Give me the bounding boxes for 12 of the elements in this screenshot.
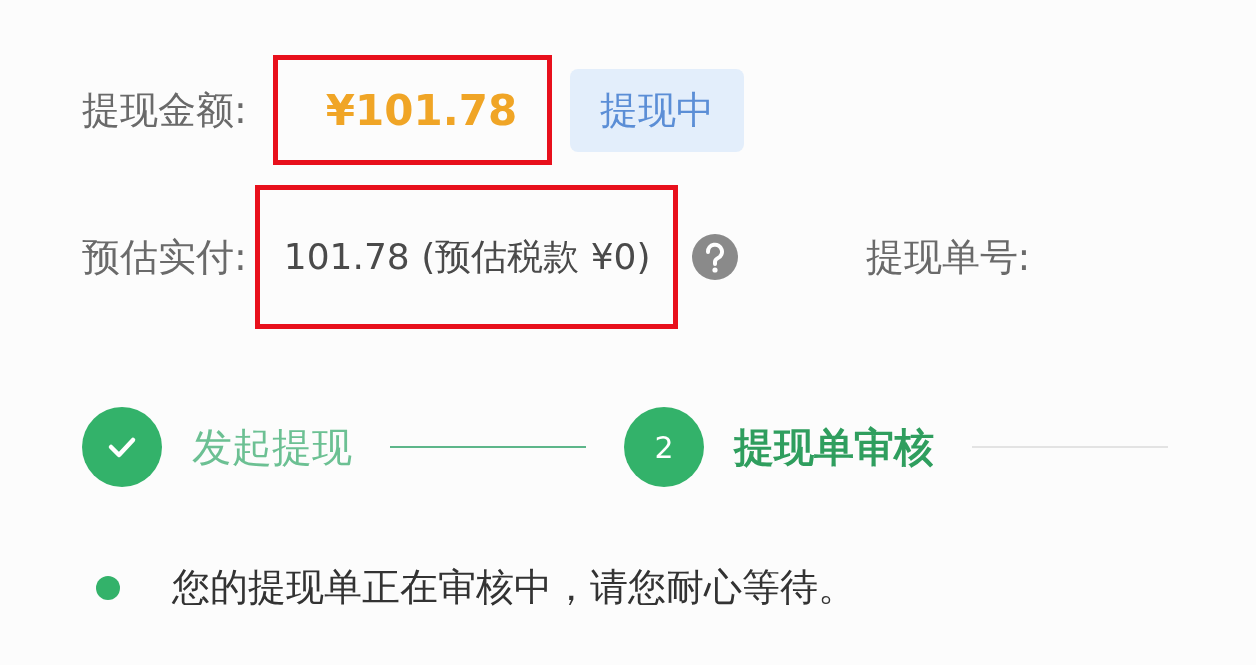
help-icon[interactable]: [691, 234, 738, 280]
amount-label: 提现金额:: [82, 86, 247, 134]
step-label: 提现单审核: [734, 422, 934, 472]
estimate-label: 预估实付:: [82, 233, 247, 281]
estimated-payment: 101.78 (预估税款 ¥0): [283, 234, 651, 279]
bullet-dot: [96, 575, 120, 600]
status-badge: 提现中: [570, 68, 745, 152]
step-label: 发起提现: [192, 422, 352, 472]
step-number: 2: [624, 407, 704, 487]
withdrawal-amount: ¥101.78: [325, 85, 518, 135]
status-message: 您的提现单正在审核中，请您耐心等待。: [172, 564, 856, 611]
order-number-label: 提现单号:: [865, 233, 1031, 281]
